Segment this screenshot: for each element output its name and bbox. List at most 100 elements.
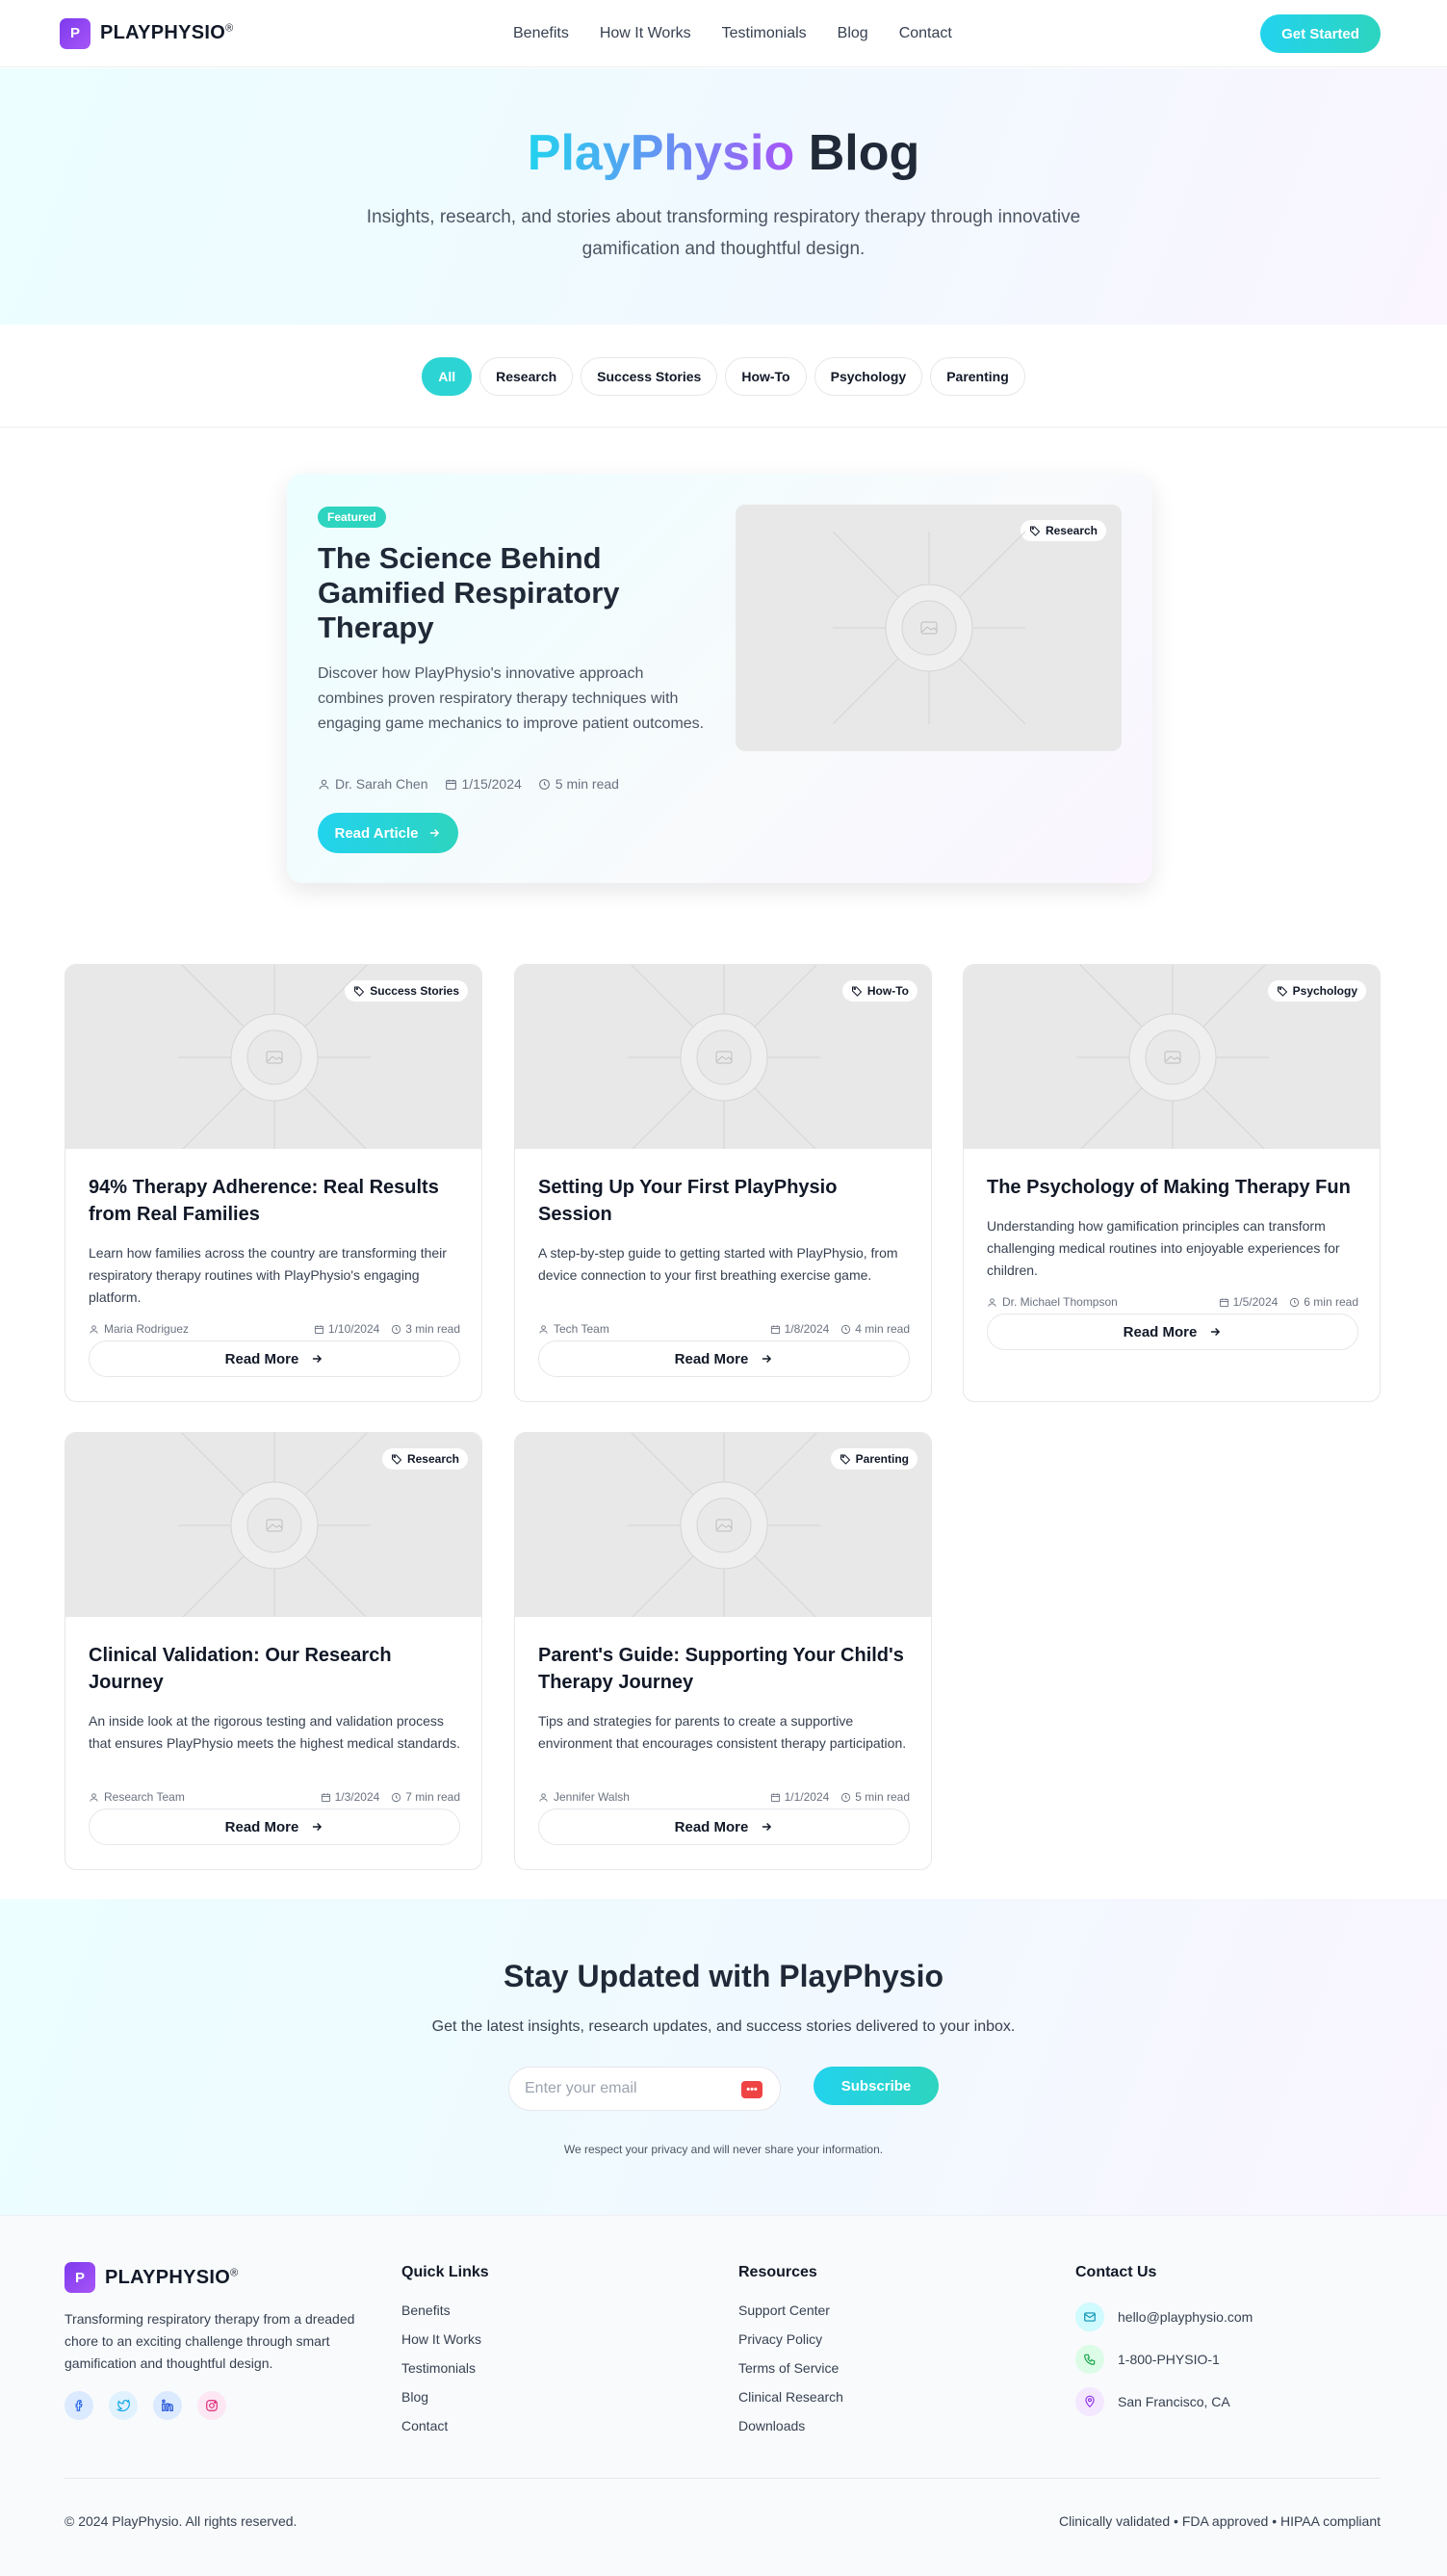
post-author: Dr. Michael Thompson: [1002, 1295, 1118, 1309]
featured-meta: Dr. Sarah Chen 1/15/2024 5 min read: [318, 776, 631, 792]
post-date: 1/8/2024: [784, 1322, 830, 1336]
filter-research[interactable]: Research: [479, 356, 574, 396]
image-icon: [628, 965, 820, 1149]
post-card-3[interactable]: Psychology The Psychology of Making Ther…: [963, 964, 1381, 1402]
nav-link-benefits[interactable]: Benefits: [513, 25, 569, 42]
email-input[interactable]: Enter your email •••: [508, 2067, 781, 2111]
post-author: Tech Team: [554, 1322, 609, 1336]
filter-success-stories[interactable]: Success Stories: [581, 356, 718, 396]
post-card-5[interactable]: Parenting Parent's Guide: Supporting You…: [514, 1432, 932, 1870]
post-image[interactable]: Research: [65, 1433, 481, 1617]
site-footer: P PLAYPHYSIO® Transforming respiratory t…: [0, 2215, 1447, 2576]
post-title[interactable]: 94% Therapy Adherence: Real Results from…: [89, 1174, 464, 1228]
read-article-label: Read Article: [334, 824, 419, 842]
post-title[interactable]: Setting Up Your First PlayPhysio Session: [538, 1174, 914, 1228]
post-tag-label: Success Stories: [370, 984, 459, 998]
post-meta: Dr. Michael Thompson 1/5/2024 6 min read: [987, 1295, 1358, 1309]
password-manager-icon[interactable]: •••: [741, 2081, 762, 2098]
post-image[interactable]: Parenting: [515, 1433, 931, 1617]
post-meta: Tech Team 1/8/2024 4 min read: [538, 1322, 910, 1336]
read-article-button[interactable]: Read Article: [318, 813, 458, 853]
post-tag-label: Parenting: [855, 1452, 909, 1466]
footer-link-downloads[interactable]: Downloads: [738, 2418, 843, 2433]
twitter-icon[interactable]: [109, 2391, 138, 2420]
read-more-label: Read More: [674, 1818, 749, 1835]
resources-title: Resources: [738, 2264, 817, 2280]
filter-parenting[interactable]: Parenting: [930, 356, 1025, 396]
footer-link-support-center[interactable]: Support Center: [738, 2303, 843, 2318]
user-icon: [539, 1792, 548, 1802]
filter-psychology[interactable]: Psychology: [814, 356, 923, 396]
footer-link-terms[interactable]: Terms of Service: [738, 2360, 843, 2376]
contact-phone[interactable]: 1-800-PHYSIO-1: [1075, 2345, 1253, 2374]
arrow-right-icon: [762, 1354, 772, 1364]
read-more-button[interactable]: Read More: [987, 1314, 1358, 1350]
featured-title[interactable]: The Science Behind Gamified Respiratory …: [318, 541, 674, 645]
filter-how-to[interactable]: How-To: [725, 356, 807, 396]
post-tag-label: How-To: [866, 984, 909, 998]
post-tag: Psychology: [1267, 980, 1366, 1002]
get-started-button[interactable]: Get Started: [1260, 14, 1381, 53]
tag-icon: [391, 1454, 402, 1465]
nav-link-testimonials[interactable]: Testimonials: [722, 25, 807, 42]
read-more-button[interactable]: Read More: [89, 1340, 460, 1377]
contact-email-text: hello@playphysio.com: [1118, 2309, 1253, 2325]
nav-link-contact[interactable]: Contact: [899, 25, 952, 42]
footer-link-privacy-policy[interactable]: Privacy Policy: [738, 2331, 843, 2347]
post-title[interactable]: Parent's Guide: Supporting Your Child's …: [538, 1642, 914, 1696]
nav-link-blog[interactable]: Blog: [838, 25, 868, 42]
newsletter-subtitle: Get the latest insights, research update…: [431, 2018, 1016, 2035]
image-icon: [628, 1433, 820, 1617]
footer-link-testimonials[interactable]: Testimonials: [401, 2360, 489, 2376]
post-card-1[interactable]: Success Stories 94% Therapy Adherence: R…: [65, 964, 482, 1402]
calendar-icon: [321, 1792, 330, 1802]
featured-tag-label: Research: [1045, 524, 1098, 537]
post-author: Research Team: [104, 1790, 185, 1804]
instagram-icon[interactable]: [197, 2391, 226, 2420]
post-meta: Jennifer Walsh 1/1/2024 5 min read: [538, 1790, 910, 1804]
post-read-time: 5 min read: [855, 1790, 910, 1804]
linkedin-icon[interactable]: [153, 2391, 182, 2420]
quick-links-column: Quick Links Benefits How It Works Testim…: [401, 2264, 489, 2447]
featured-image[interactable]: Research: [736, 505, 1122, 751]
footer-link-contact[interactable]: Contact: [401, 2418, 489, 2433]
contact-phone-text: 1-800-PHYSIO-1: [1118, 2352, 1220, 2367]
user-icon: [539, 1324, 548, 1334]
tag-icon: [1029, 526, 1041, 536]
post-title[interactable]: Clinical Validation: Our Research Journe…: [89, 1642, 464, 1696]
read-more-button[interactable]: Read More: [538, 1340, 910, 1377]
footer-logo[interactable]: P PLAYPHYSIO®: [65, 2262, 239, 2293]
filter-all[interactable]: All: [422, 356, 473, 396]
post-author: Maria Rodriguez: [104, 1322, 190, 1336]
footer-link-benefits[interactable]: Benefits: [401, 2303, 489, 2318]
post-date: 1/10/2024: [327, 1322, 380, 1336]
tag-icon: [851, 986, 863, 997]
subscribe-button[interactable]: Subscribe: [814, 2067, 939, 2105]
featured-read-time: 5 min read: [555, 776, 619, 792]
map-pin-icon: [1075, 2387, 1104, 2416]
post-image[interactable]: Psychology: [964, 965, 1380, 1149]
calendar-icon: [445, 779, 456, 790]
post-image[interactable]: Success Stories: [65, 965, 481, 1149]
post-title[interactable]: The Psychology of Making Therapy Fun: [987, 1174, 1362, 1201]
brand-logo[interactable]: P PLAYPHYSIO®: [60, 17, 234, 49]
user-icon: [319, 779, 329, 789]
tag-icon: [840, 1454, 850, 1465]
post-card-4[interactable]: Research Clinical Validation: Our Resear…: [65, 1432, 482, 1870]
image-icon: [832, 532, 1025, 724]
nav-link-how-it-works[interactable]: How It Works: [600, 25, 691, 42]
read-more-label: Read More: [224, 1350, 299, 1367]
contact-email[interactable]: hello@playphysio.com: [1075, 2303, 1253, 2331]
copyright: © 2024 PlayPhysio. All rights reserved.: [65, 2513, 297, 2529]
footer-link-clinical-research[interactable]: Clinical Research: [738, 2389, 843, 2405]
read-more-button[interactable]: Read More: [89, 1808, 460, 1845]
post-read-time: 4 min read: [855, 1322, 910, 1336]
footer-link-how-it-works[interactable]: How It Works: [401, 2331, 489, 2347]
post-tag: Research: [381, 1448, 468, 1470]
post-card-2[interactable]: How-To Setting Up Your First PlayPhysio …: [514, 964, 932, 1402]
read-more-button[interactable]: Read More: [538, 1808, 910, 1845]
footer-link-blog[interactable]: Blog: [401, 2389, 489, 2405]
post-image[interactable]: How-To: [515, 965, 931, 1149]
post-description: An inside look at the rigorous testing a…: [89, 1713, 460, 1751]
facebook-icon[interactable]: [65, 2391, 93, 2420]
